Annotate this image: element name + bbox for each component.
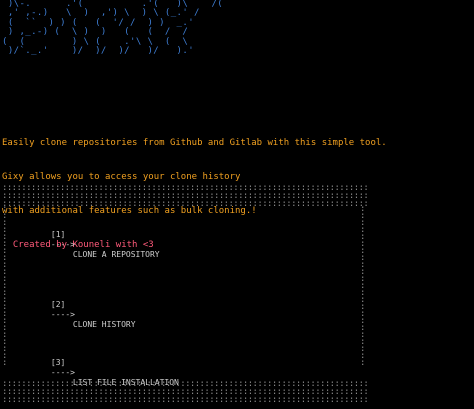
menu-left-border: : : : : : : : : : : : : : : : : : : : : … xyxy=(2,204,8,368)
intro-line-2: Gixy allows you to access your clone his… xyxy=(2,172,241,183)
menu-item-arrow: ----> xyxy=(50,368,75,377)
intro-line-1: Easily clone repositories from Github an… xyxy=(2,137,387,148)
menu-item-label: CLONE A REPOSITORY xyxy=(72,250,160,259)
main-menu: ::::::::::::::::::::::::::::::::::::::::… xyxy=(2,184,370,404)
menu-bottom-border-3: ::::::::::::::::::::::::::::::::::::::::… xyxy=(2,396,369,404)
menu-item-number: [1] xyxy=(50,230,66,239)
menu-right-border: : : : : : : : : : : : : : : : : : : : : … xyxy=(360,204,366,368)
menu-item-number: [3] xyxy=(50,358,66,367)
menu-item-arrow: ----> xyxy=(50,310,75,319)
gixy-ascii-logo: )\-. .'( .'( )\ /( ,' ,-.) \ ) ,') \ ) \… xyxy=(2,0,224,57)
menu-item-clone-history[interactable]: [2] ----> CLONE HISTORY xyxy=(22,290,136,340)
terminal-window: )\-. .'( .'( )\ /( ,' ,-.) \ ) ,') \ ) \… xyxy=(0,0,474,409)
menu-bottom-border-2: ::::::::::::::::::::::::::::::::::::::::… xyxy=(2,388,369,396)
menu-item-arrow: ----> xyxy=(50,240,75,249)
menu-item-clone-repository[interactable]: [1] ----> CLONE A REPOSITORY xyxy=(22,220,160,270)
menu-bottom-border-1: ::::::::::::::::::::::::::::::::::::::::… xyxy=(2,380,369,388)
menu-item-label: CLONE HISTORY xyxy=(72,320,136,329)
menu-top-border-1: ::::::::::::::::::::::::::::::::::::::::… xyxy=(2,184,369,192)
menu-top-border-2: ::::::::::::::::::::::::::::::::::::::::… xyxy=(2,192,369,200)
menu-top-border-3: ::::::::::::::::::::::::::::::::::::::::… xyxy=(2,200,369,208)
menu-item-number: [2] xyxy=(50,300,66,309)
